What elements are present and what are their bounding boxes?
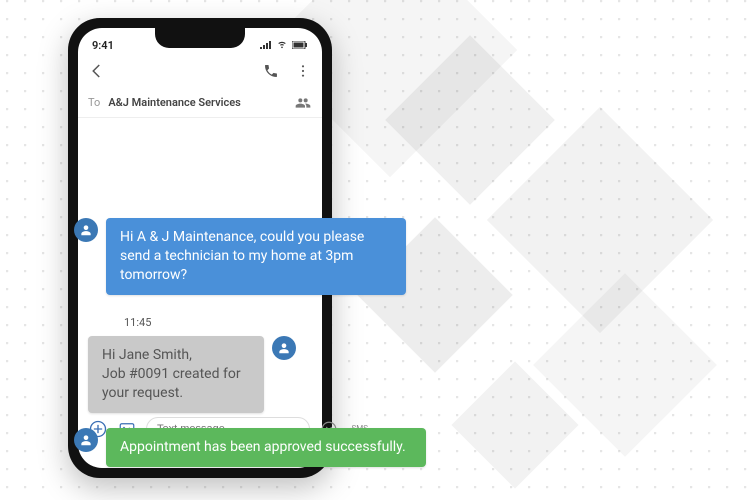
avatar-icon: [74, 428, 98, 452]
battery-icon: [292, 39, 308, 52]
message-outgoing-1: Hi A & J Maintenance, could you please s…: [74, 218, 406, 295]
wifi-icon: [276, 39, 288, 52]
to-label: To: [88, 96, 100, 109]
message-bubble: Hi Jane Smith, Job #0091 created for you…: [88, 336, 264, 413]
avatar-icon: [272, 336, 296, 360]
add-recipient-icon[interactable]: [294, 94, 312, 112]
message-outgoing-2: Appointment has been approved successful…: [74, 428, 426, 467]
message-incoming-1: Hi Jane Smith, Job #0091 created for you…: [28, 336, 296, 413]
avatar-icon: [74, 218, 98, 242]
message-timestamp: 11:45: [124, 316, 151, 329]
phone-notch: [155, 28, 245, 48]
message-bubble: Hi A & J Maintenance, could you please s…: [106, 218, 406, 295]
call-icon[interactable]: [262, 62, 280, 80]
phone-screen: 9:41 To A&J Maintenance Services: [78, 28, 322, 468]
signal-icon: [260, 39, 272, 52]
back-icon[interactable]: [88, 62, 106, 80]
recipient-row: To A&J Maintenance Services: [78, 88, 322, 118]
more-icon[interactable]: [294, 62, 312, 80]
recipient-name: A&J Maintenance Services: [108, 96, 286, 109]
status-time: 9:41: [92, 39, 114, 52]
app-bar: [78, 54, 322, 88]
message-bubble: Appointment has been approved successful…: [106, 428, 426, 467]
phone-frame: 9:41 To A&J Maintenance Services: [68, 18, 332, 478]
status-indicators: [260, 39, 308, 52]
